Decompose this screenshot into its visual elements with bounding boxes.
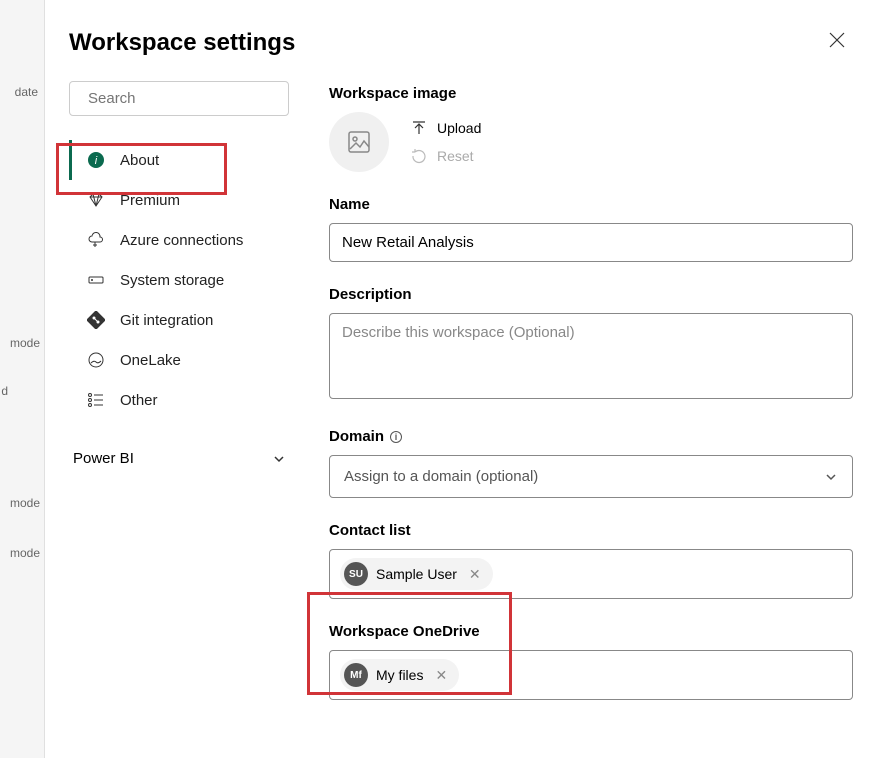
reset-button: Reset <box>411 148 481 164</box>
nav-item-onelake[interactable]: OneLake <box>69 340 289 380</box>
nav-label: OneLake <box>120 352 181 369</box>
domain-label: Domain i <box>329 428 853 445</box>
bg-text: mode <box>10 546 40 560</box>
nav-item-git[interactable]: Git integration <box>69 300 289 340</box>
description-input[interactable] <box>329 313 853 399</box>
reset-icon <box>411 148 427 164</box>
nav-item-premium[interactable]: Premium <box>69 180 289 220</box>
background-panel: date mode d mode mode <box>0 0 45 758</box>
modal-content: i About Premium Azure connections <box>69 81 853 724</box>
bg-text: mode <box>10 496 40 510</box>
contact-label: Contact list <box>329 522 853 539</box>
onedrive-chip: Mf My files ✕ <box>340 659 459 691</box>
nav-item-other[interactable]: Other <box>69 380 289 420</box>
upload-button[interactable]: Upload <box>411 120 481 136</box>
domain-select[interactable]: Assign to a domain (optional) <box>329 455 853 498</box>
info-icon[interactable]: i <box>390 431 402 443</box>
diamond-icon <box>86 190 106 210</box>
bg-text: date <box>15 85 38 99</box>
onedrive-input[interactable]: Mf My files ✕ <box>329 650 853 700</box>
workspace-image-group: Workspace image Upload Reset <box>329 85 853 172</box>
git-icon <box>86 310 106 330</box>
right-column: Workspace image Upload Reset <box>329 81 853 724</box>
domain-label-text: Domain <box>329 428 384 445</box>
storage-icon <box>86 270 106 290</box>
image-actions: Upload Reset <box>411 120 481 164</box>
section-label: Power BI <box>73 450 134 467</box>
close-button[interactable] <box>821 24 853 61</box>
nav-label: System storage <box>120 272 224 289</box>
domain-group: Domain i Assign to a domain (optional) <box>329 428 853 498</box>
modal-title: Workspace settings <box>69 29 295 57</box>
name-group: Name <box>329 196 853 262</box>
bg-text: d <box>1 384 8 398</box>
search-input-container[interactable] <box>69 81 289 116</box>
onedrive-group: Workspace OneDrive Mf My files ✕ <box>329 623 853 700</box>
bg-text: mode <box>10 336 40 350</box>
nav-label: Git integration <box>120 312 213 329</box>
chevron-down-icon <box>824 470 838 484</box>
left-column: i About Premium Azure connections <box>69 81 289 724</box>
image-placeholder <box>329 112 389 172</box>
description-group: Description <box>329 286 853 404</box>
settings-modal: Workspace settings i About Premium <box>45 0 885 758</box>
contact-chip: SU Sample User ✕ <box>340 558 493 590</box>
nav-item-azure[interactable]: Azure connections <box>69 220 289 260</box>
description-label: Description <box>329 286 853 303</box>
image-label: Workspace image <box>329 85 853 102</box>
image-icon <box>346 129 372 155</box>
contact-group: Contact list SU Sample User ✕ <box>329 522 853 599</box>
nav-label: About <box>120 152 159 169</box>
chip-remove-button[interactable]: ✕ <box>465 566 485 583</box>
chip-remove-button[interactable]: ✕ <box>431 667 451 684</box>
chip-avatar: SU <box>344 562 368 586</box>
nav-item-storage[interactable]: System storage <box>69 260 289 300</box>
onedrive-label: Workspace OneDrive <box>329 623 853 640</box>
chip-label: My files <box>376 667 423 683</box>
domain-placeholder: Assign to a domain (optional) <box>344 468 538 485</box>
close-icon <box>829 32 845 48</box>
name-input[interactable] <box>329 223 853 262</box>
search-input[interactable] <box>88 90 287 107</box>
nav-label: Azure connections <box>120 232 243 249</box>
upload-label: Upload <box>437 120 481 136</box>
chevron-down-icon <box>273 453 285 465</box>
nav-item-about[interactable]: i About <box>69 140 289 180</box>
nav-section-powerbi[interactable]: Power BI <box>69 442 289 475</box>
nav-label: Premium <box>120 192 180 209</box>
nav-label: Other <box>120 392 158 409</box>
list-icon <box>86 390 106 410</box>
info-circle-icon: i <box>86 150 106 170</box>
contact-input[interactable]: SU Sample User ✕ <box>329 549 853 599</box>
image-row: Upload Reset <box>329 112 853 172</box>
onelake-icon <box>86 350 106 370</box>
cloud-icon <box>86 230 106 250</box>
name-label: Name <box>329 196 853 213</box>
upload-icon <box>411 120 427 136</box>
modal-header: Workspace settings <box>69 24 853 61</box>
reset-label: Reset <box>437 148 474 164</box>
chip-avatar: Mf <box>344 663 368 687</box>
chip-label: Sample User <box>376 566 457 582</box>
